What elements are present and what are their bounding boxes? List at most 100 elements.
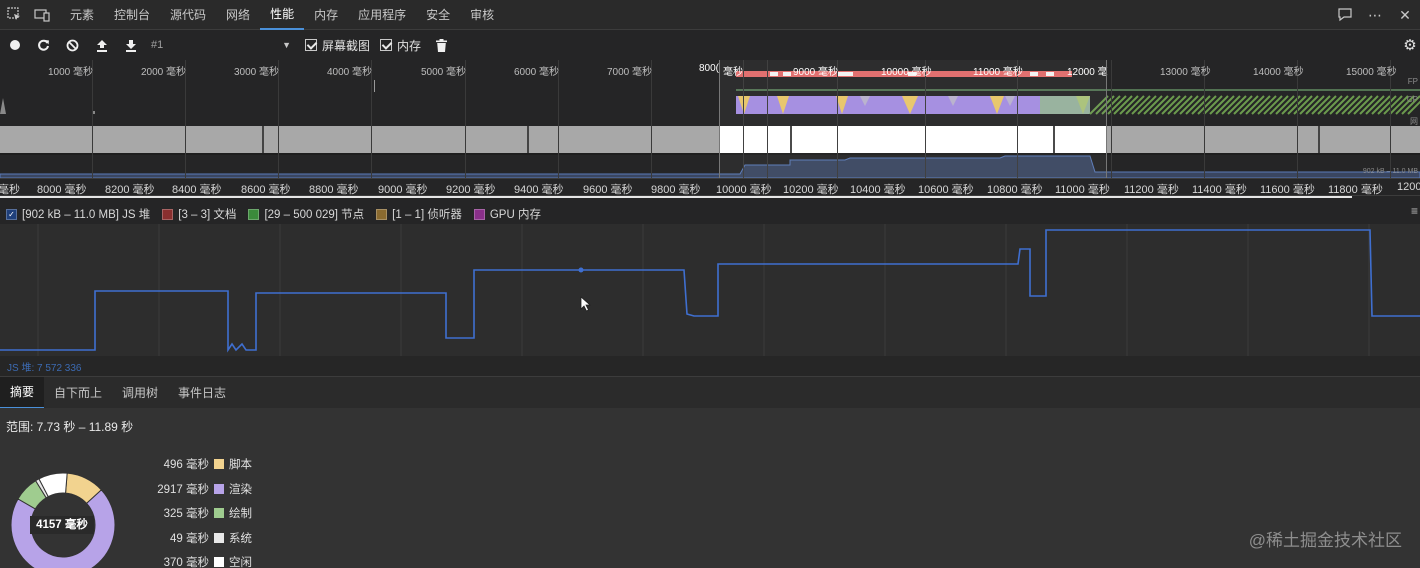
legend-item[interactable]: GPU 内存: [473, 206, 541, 222]
overview-tick-label: 1000 毫秒: [48, 67, 94, 78]
mouse-cursor-icon: [580, 296, 592, 312]
summary-row-swatch: [214, 483, 224, 494]
save-profile-button[interactable]: [116, 30, 145, 60]
details-tab-0[interactable]: 摘要: [0, 376, 45, 409]
reload-record-button[interactable]: [29, 30, 58, 60]
ruler-tick-label: 8600 毫秒: [241, 184, 291, 196]
profile-select-value: #1: [151, 39, 164, 51]
ruler-tick-label: 8200 毫秒: [105, 184, 155, 196]
timeline-overview[interactable]: 1000 毫秒 2000 毫秒 3000 毫秒 4000 毫秒 5000 毫秒 6000 …: [0, 60, 1420, 178]
close-icon[interactable]: ✕: [1390, 0, 1420, 30]
feedback-icon[interactable]: [1330, 0, 1360, 30]
screenshots-label: 屏幕截图: [322, 38, 371, 53]
overview-gridline: [1111, 60, 1112, 178]
tab-2[interactable]: 源代码: [160, 0, 216, 30]
ruler-tick-label: 10600 毫秒: [918, 184, 974, 196]
tab-8[interactable]: 审核: [460, 0, 504, 30]
checkbox-checked-icon: [380, 39, 393, 51]
timeline-ruler: 毫秒 8000 毫秒 8200 毫秒 8400 毫秒 8600 毫秒 8800 毫秒 900…: [0, 178, 1420, 196]
tab-4[interactable]: 性能: [260, 0, 305, 30]
overview-lane-label-fps: FP: [1407, 77, 1418, 86]
checkbox-checked-icon: [162, 208, 174, 220]
summary-row-value: 325 毫秒: [163, 508, 209, 520]
legend-label: [3 – 3] 文档: [178, 209, 237, 221]
summary-row-label: 渲染: [229, 483, 252, 496]
donut-total-label: 4157 毫秒: [30, 516, 94, 534]
ruler-tick-label: 9000 毫秒: [378, 184, 428, 196]
overview-tick-label: 5000 毫秒: [421, 67, 467, 78]
tab-0[interactable]: 元素: [60, 0, 104, 30]
ruler-tick-label: 11600 毫秒: [1260, 184, 1315, 196]
inspect-element-icon[interactable]: [0, 0, 28, 30]
details-tab-3[interactable]: 事件日志: [168, 377, 236, 409]
memory-checkbox[interactable]: 内存: [380, 37, 421, 54]
js-heap-graph[interactable]: [0, 224, 1420, 376]
overview-tick-label: 4000 毫秒: [327, 67, 373, 78]
overview-lane-label-cpu: CP: [1406, 95, 1418, 104]
ruler-tick-label: 1200: [1397, 181, 1420, 193]
clear-button[interactable]: [58, 30, 87, 60]
legend-item[interactable]: [3 – 3] 文档: [162, 206, 236, 222]
tab-5[interactable]: 内存: [304, 0, 348, 30]
legend-item[interactable]: [1 – 1] 侦听器: [376, 206, 462, 222]
screenshots-checkbox[interactable]: 屏幕截图: [305, 37, 370, 54]
record-button[interactable]: [0, 30, 29, 60]
legend-label: [902 kB – 11.0 MB] JS 堆: [22, 209, 151, 221]
settings-gear-icon[interactable]: ⚙: [1400, 30, 1420, 60]
more-options-icon[interactable]: ⋯: [1360, 0, 1390, 30]
overview-lane-label-net: 网: [1410, 117, 1418, 126]
overview-tick-label: 3000 毫秒: [234, 67, 280, 78]
legend-menu-icon[interactable]: ≡: [1411, 204, 1418, 218]
summary-row-swatch: [214, 557, 224, 567]
tab-6[interactable]: 应用程序: [348, 0, 416, 30]
checkbox-checked-icon: [305, 39, 317, 51]
device-emulation-icon[interactable]: [28, 0, 56, 30]
summary-row: 496 毫秒 脚本: [140, 456, 252, 472]
legend-item[interactable]: [29 – 500 029] 节点: [248, 206, 364, 222]
overview-heap-range-label: 902 kB – 11.0 MB: [1362, 168, 1418, 175]
ruler-tick-label: 11400 毫秒: [1192, 184, 1247, 196]
summary-row-swatch: [214, 532, 224, 543]
js-heap-line: [0, 224, 1420, 376]
checkbox-checked-icon: [376, 208, 388, 220]
summary-row-label: 绘制: [229, 508, 252, 520]
summary-row-label: 脚本: [229, 459, 252, 471]
devtools-tab-bar: 元素 控制台 源代码 网络 性能 内存 应用程序 安全 审核 ⋯ ✕: [0, 0, 1420, 30]
load-profile-button[interactable]: [87, 30, 116, 60]
ruler-tick-label: 8800 毫秒: [309, 184, 359, 196]
summary-row-value: 2917 毫秒: [157, 483, 209, 496]
summary-row: 49 毫秒 系统: [140, 530, 252, 546]
overview-selection-window[interactable]: [719, 60, 1107, 178]
timeline-scrollbar[interactable]: [0, 196, 1352, 198]
ruler-tick-label: 11000 毫秒: [1055, 184, 1110, 196]
checkbox-unchecked-icon: [473, 208, 485, 220]
summary-row: 325 毫秒 绘制: [140, 505, 252, 521]
summary-row-label: 系统: [229, 532, 252, 545]
legend-item[interactable]: ✓ [902 kB – 11.0 MB] JS 堆: [6, 206, 150, 222]
profile-select[interactable]: #1 ▼: [145, 35, 295, 55]
summary-row-value: 370 毫秒: [163, 557, 209, 568]
js-heap-readout: JS 堆: 7 572 336: [7, 363, 82, 374]
details-tab-1[interactable]: 自下而上: [44, 377, 112, 409]
summary-row-swatch: [214, 508, 224, 518]
summary-row-value: 496 毫秒: [163, 459, 209, 471]
details-tab-2[interactable]: 调用树: [112, 377, 168, 409]
ruler-tick-label: 11200 毫秒: [1124, 184, 1179, 196]
summary-row: 2917 毫秒 渲染: [140, 481, 252, 497]
tab-3[interactable]: 网络: [216, 0, 260, 30]
ruler-tick-label: 9200 毫秒: [446, 184, 496, 196]
tab-1[interactable]: 控制台: [104, 0, 160, 30]
tab-7[interactable]: 安全: [416, 0, 460, 30]
overview-tick-label: 2000 毫秒: [141, 67, 187, 78]
performance-toolbar: #1 ▼ 屏幕截图 内存: [0, 30, 1420, 60]
legend-label: [29 – 500 029] 节点: [264, 209, 365, 221]
ruler-tick-label: 8000 毫秒: [37, 184, 87, 196]
watermark-text: @稀土掘金技术社区: [1248, 531, 1402, 550]
legend-label: GPU 内存: [489, 209, 541, 221]
summary-row-value: 49 毫秒: [170, 532, 209, 545]
chevron-down-icon: ▼: [282, 40, 291, 50]
garbage-collect-button[interactable]: [427, 30, 456, 60]
summary-row-label: 空闲: [229, 557, 252, 568]
overview-tick-label: 14000 毫秒: [1253, 67, 1304, 78]
overview-tick-label: 800(: [699, 63, 720, 74]
